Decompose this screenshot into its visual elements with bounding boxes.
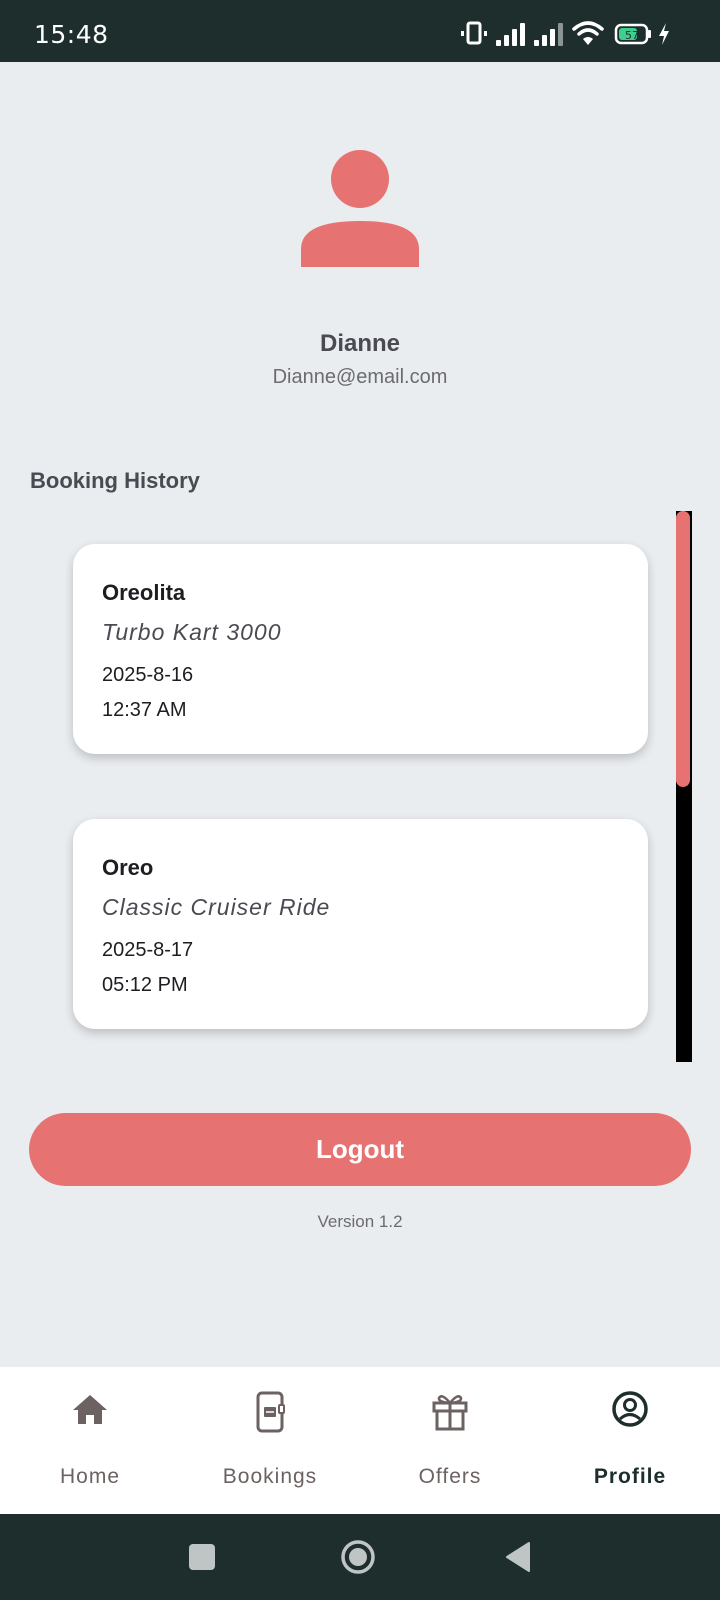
booking-card[interactable]: Oreo Classic Cruiser Ride 2025-8-17 05:1…	[73, 819, 648, 1029]
home-circle-icon	[341, 1540, 375, 1574]
signal-icon	[496, 23, 525, 46]
vibrate-icon	[461, 21, 487, 45]
booking-time: 05:12 PM	[102, 974, 188, 996]
booking-list[interactable]: Oreolita Turbo Kart 3000 2025-8-16 12:37…	[0, 512, 720, 1062]
booking-ride-name: Classic Cruiser Ride	[102, 894, 331, 920]
booking-card[interactable]: Oreolita Turbo Kart 3000 2025-8-16 12:37…	[73, 544, 648, 754]
nav-item-offers[interactable]: Offers	[360, 1367, 540, 1514]
home-icon	[73, 1395, 107, 1424]
booking-date: 2025-8-17	[102, 939, 194, 961]
user-email: Dianne@email.com	[272, 366, 448, 388]
booking-customer-name: Oreo	[102, 855, 154, 880]
person-icon	[301, 150, 419, 267]
logout-button[interactable]: Logout	[29, 1113, 691, 1186]
account-circle-icon	[612, 1391, 648, 1427]
scrollbar-thumb[interactable]	[676, 511, 690, 787]
charging-icon	[659, 23, 669, 45]
gift-icon	[432, 1395, 468, 1431]
bottom-nav: Home Bookings Offers Profile	[0, 1367, 720, 1514]
booking-history-title: Booking History	[30, 468, 200, 493]
user-name: Dianne	[319, 330, 400, 357]
back-icon	[506, 1542, 530, 1572]
booking-date: 2025-8-16	[102, 664, 194, 686]
status-bar: 15:48 57	[0, 0, 720, 62]
signal-icon	[534, 23, 563, 46]
nav-label-profile: Profile	[593, 1465, 667, 1488]
system-home-button[interactable]	[328, 1514, 388, 1600]
nav-item-home[interactable]: Home	[0, 1367, 180, 1514]
nav-label-home: Home	[59, 1465, 121, 1488]
wifi-icon	[572, 21, 604, 45]
nav-label-bookings: Bookings	[222, 1465, 318, 1488]
recents-icon	[189, 1544, 215, 1570]
recents-button[interactable]	[172, 1514, 232, 1600]
ticket-icon	[256, 1391, 285, 1433]
booking-customer-name: Oreolita	[102, 580, 186, 605]
booking-time: 12:37 AM	[102, 699, 187, 721]
booking-ride-name: Turbo Kart 3000	[102, 619, 282, 645]
nav-item-profile[interactable]: Profile	[540, 1367, 720, 1514]
battery-icon: 57	[614, 23, 651, 45]
back-button[interactable]	[488, 1514, 548, 1600]
nav-item-bookings[interactable]: Bookings	[180, 1367, 360, 1514]
system-nav	[0, 1514, 720, 1600]
svg-text:57: 57	[625, 29, 639, 42]
status-time: 15:48	[34, 20, 109, 49]
scrollbar-track[interactable]	[676, 511, 692, 1062]
nav-label-offers: Offers	[418, 1465, 482, 1488]
version-text: Version 1.2	[317, 1212, 403, 1231]
